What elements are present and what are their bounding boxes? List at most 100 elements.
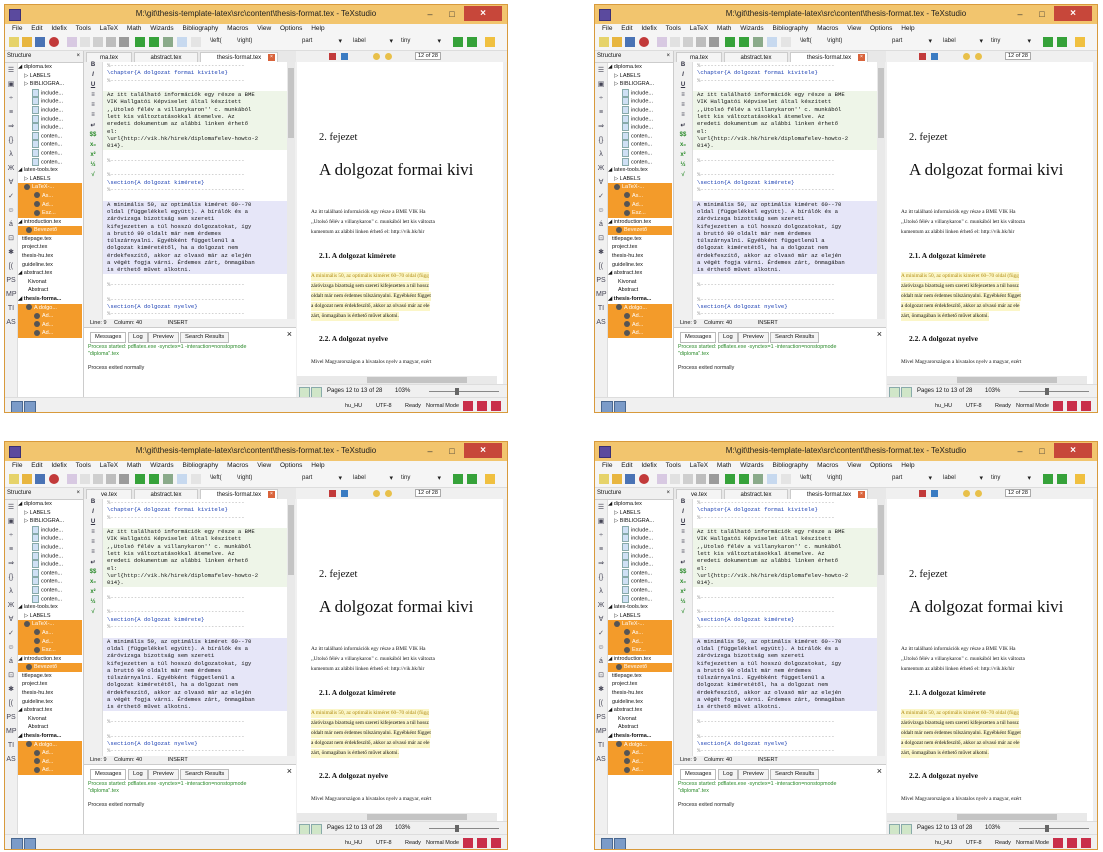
tree-item-file[interactable]: project.tex — [18, 680, 82, 689]
tree-item-section[interactable]: Ad... — [608, 757, 672, 767]
toggle-messages-icon[interactable] — [24, 838, 36, 849]
cyrillic-icon[interactable]: Ж — [6, 601, 16, 611]
menu-tools[interactable]: Tools — [666, 25, 681, 32]
italic-icon[interactable]: I — [674, 72, 692, 81]
menu-latex[interactable]: LaTeX — [100, 462, 118, 469]
menu-view[interactable]: View — [257, 25, 271, 32]
redo-icon[interactable] — [80, 474, 90, 484]
bookmark-icon[interactable]: ▣ — [596, 80, 606, 90]
structure-dropdown[interactable]: part — [892, 37, 932, 45]
structure-dropdown[interactable]: part — [302, 37, 342, 45]
preview-horizontal-scrollbar[interactable] — [887, 376, 1087, 384]
tree-item-content[interactable]: conten... — [18, 148, 82, 158]
align-center-icon[interactable]: ≡ — [674, 102, 692, 111]
compile-icon[interactable] — [725, 37, 735, 47]
paste-icon[interactable] — [119, 474, 129, 484]
accent-icon[interactable]: á — [596, 657, 606, 667]
left-delim-button[interactable]: \left( — [210, 475, 222, 481]
cut-icon[interactable] — [696, 474, 706, 484]
star-icon[interactable]: ✱ — [6, 685, 16, 695]
operator-icon[interactable]: ≡ — [596, 108, 606, 118]
menu-latex[interactable]: LaTeX — [690, 462, 708, 469]
check-icon[interactable] — [191, 474, 201, 484]
preview-vertical-scrollbar[interactable] — [503, 62, 507, 384]
subscript-icon[interactable]: x₀ — [674, 142, 692, 151]
relation-icon[interactable]: ÷ — [596, 94, 606, 104]
close-file-icon[interactable] — [639, 37, 649, 47]
tree-item-include[interactable]: include... — [608, 542, 672, 552]
close-window-button[interactable]: × — [1054, 443, 1092, 458]
asymptote-icon[interactable]: AS — [6, 318, 16, 328]
bracket-icon[interactable]: [( — [596, 262, 606, 272]
relation-icon[interactable]: ÷ — [6, 531, 16, 541]
close-tab-icon[interactable]: × — [268, 54, 275, 61]
asymptote-icon[interactable]: AS — [596, 755, 606, 765]
status-icon[interactable] — [491, 838, 501, 848]
menu-macros[interactable]: Macros — [817, 25, 838, 32]
menu-help[interactable]: Help — [311, 25, 324, 32]
size-dropdown[interactable]: tiny — [991, 474, 1031, 482]
language-selector[interactable]: hu_HU — [345, 840, 362, 846]
tree-item-include[interactable]: include... — [18, 105, 82, 115]
menu-file[interactable]: File — [602, 462, 612, 469]
save-icon[interactable] — [35, 474, 45, 484]
minimize-button[interactable]: – — [419, 444, 441, 458]
tree-item-file[interactable]: titlepage.tex — [608, 672, 672, 681]
superscript-icon[interactable]: x² — [84, 152, 102, 161]
warning-icon[interactable] — [1075, 474, 1085, 484]
symbol-box-icon[interactable]: ⊡ — [6, 671, 16, 681]
tree-item-thesis-format[interactable]: ◢ thesis-forma... — [18, 295, 82, 304]
bracket-icon[interactable]: [( — [596, 699, 606, 709]
tree-item-section[interactable]: Ad... — [608, 200, 672, 210]
maximize-button[interactable]: □ — [441, 7, 463, 21]
menu-math[interactable]: Math — [127, 25, 141, 32]
align-right-icon[interactable]: ≡ — [84, 549, 102, 558]
save-icon[interactable] — [35, 37, 45, 47]
italic-icon[interactable]: I — [84, 72, 102, 81]
tree-item-file[interactable]: thesis-hu.tex — [18, 252, 82, 261]
tree-item-section[interactable]: Ad... — [18, 766, 82, 775]
misc-math-icon[interactable]: ∀ — [596, 178, 606, 188]
tree-item-section[interactable]: Ad... — [18, 329, 82, 338]
tree-item-section[interactable]: Ad... — [18, 749, 82, 758]
zoom-slider[interactable] — [429, 391, 499, 392]
tree-item-content[interactable]: conten... — [608, 568, 672, 578]
tree-item-content[interactable]: conten... — [608, 594, 672, 604]
menu-math[interactable]: Math — [717, 462, 731, 469]
menu-wizards[interactable]: Wizards — [740, 25, 763, 32]
tree-item-section[interactable]: As... — [18, 628, 82, 638]
tree-item-include[interactable]: include... — [608, 88, 672, 98]
tree-item-latex-tools[interactable]: ◢ latex-tools.tex — [608, 166, 672, 175]
status-icon[interactable] — [1081, 401, 1091, 411]
tree-item-include[interactable]: include... — [18, 88, 82, 98]
bookmark-icon[interactable] — [919, 490, 926, 497]
menu-options[interactable]: Options — [870, 462, 892, 469]
tree-item-section[interactable]: Ad... — [608, 766, 672, 775]
code-editor[interactable]: %---------------------------------------… — [103, 499, 287, 756]
menu-help[interactable]: Help — [311, 462, 324, 469]
tikz-icon[interactable]: TI — [596, 741, 606, 751]
tree-item-labels[interactable]: ▷ LABELS — [18, 175, 82, 184]
check-icon[interactable] — [191, 37, 201, 47]
subscript-icon[interactable]: x₀ — [674, 579, 692, 588]
undo-icon[interactable] — [657, 37, 667, 47]
tree-item-section[interactable]: As... — [608, 628, 672, 638]
menu-help[interactable]: Help — [901, 25, 914, 32]
misc-math-icon[interactable]: ∀ — [6, 178, 16, 188]
tree-item-bibliography[interactable]: ▷ BIBLIOGRA... — [18, 80, 82, 89]
menu-bibliography[interactable]: Bibliography — [182, 462, 218, 469]
star-icon[interactable]: ✱ — [6, 248, 16, 258]
tree-item-section[interactable]: Esz... — [608, 209, 672, 218]
editor-scrollbar[interactable] — [287, 499, 295, 756]
status-icon[interactable] — [1081, 838, 1091, 848]
menu-edit[interactable]: Edit — [621, 25, 632, 32]
tree-item-file[interactable]: thesis-hu.tex — [608, 252, 672, 261]
stop-icon[interactable] — [753, 37, 763, 47]
asymptote-icon[interactable]: AS — [596, 318, 606, 328]
cut-icon[interactable] — [696, 37, 706, 47]
menu-view[interactable]: View — [847, 462, 861, 469]
tree-item-include[interactable]: include... — [18, 551, 82, 561]
superscript-icon[interactable]: x² — [674, 589, 692, 598]
copy-icon[interactable] — [683, 37, 693, 47]
tree-item-chapter[interactable]: LaTeX-... — [608, 620, 672, 629]
